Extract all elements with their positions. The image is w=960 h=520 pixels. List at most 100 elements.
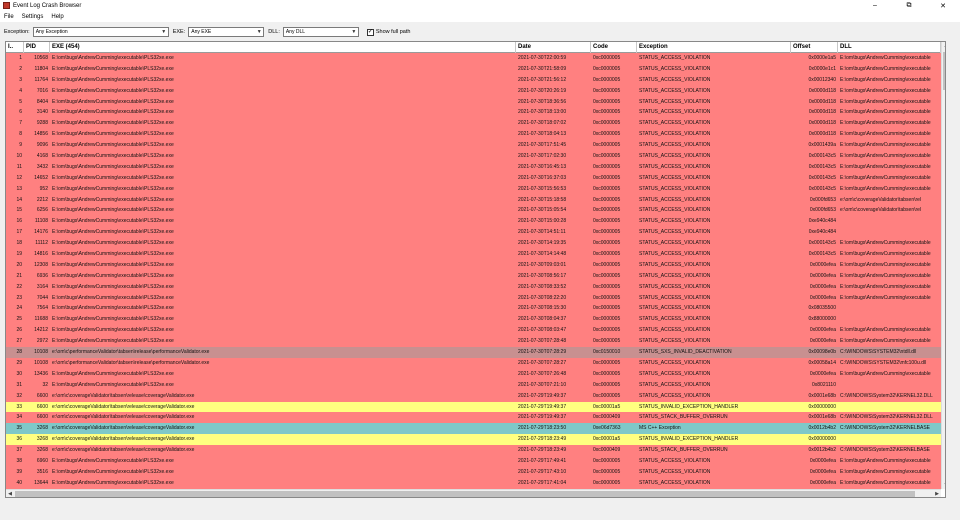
scroll-up-button[interactable]: ▲: [942, 42, 945, 50]
table-row[interactable]: 4 7016 E:\om\bugs\AndrewCumming\executable…: [6, 85, 941, 97]
exe-filter-select[interactable]: Any EXE ▼: [188, 27, 265, 37]
show-full-path-checkbox[interactable]: ✓: [366, 28, 374, 36]
cell-code: 0xc0000005: [593, 207, 621, 214]
table-row[interactable]: 29 10108 e:\om\c\performanceValidator\tabs…: [6, 357, 941, 369]
table-row[interactable]: 36 3268 e:\om\c\coverageValidator\tabsen\r…: [6, 434, 941, 446]
table-row[interactable]: 18 11112 E:\om\bugs\AndrewCumming\executab…: [6, 238, 941, 250]
table-row[interactable]: 37 3268 e:\om\c\coverageValidator\tabsen\r…: [6, 445, 941, 456]
cell-date: 2021-07-30T18:04:13: [518, 131, 567, 138]
column-header-index[interactable]: I..: [6, 42, 24, 53]
cell-date: 2021-07-30T08:56:17: [518, 272, 567, 279]
table-row[interactable]: 12 14652 E:\om\bugs\AndrewCumming\executab…: [6, 172, 941, 184]
cell-dll: E:\om\bugs\AndrewCumming\executable: [840, 272, 931, 279]
cell-pid: 11108: [34, 218, 48, 225]
table-row[interactable]: 15 6256 E:\om\bugs\AndrewCumming\executabl…: [6, 205, 941, 217]
table-row[interactable]: 33 6600 e:\om\c\coverageValidator\tabsen\r…: [6, 401, 941, 413]
cell-pid: 13644: [34, 479, 48, 486]
column-header-exception[interactable]: Exception: [637, 42, 791, 53]
cell-date: 2021-07-29T17:41:04: [518, 479, 567, 486]
cell-exe: E:\om\bugs\AndrewCumming\executable\PLS3…: [52, 381, 174, 388]
table-row[interactable]: 32 6600 e:\om\c\coverageValidator\tabsen\r…: [6, 390, 941, 402]
table-row[interactable]: 38 6960 E:\om\bugs\AndrewCumming\executabl…: [6, 455, 941, 467]
cell-exe: E:\om\bugs\AndrewCumming\executable\PLS3…: [52, 240, 174, 247]
minimize-button[interactable]: –: [858, 0, 892, 11]
column-header-pid[interactable]: PID: [24, 42, 50, 53]
cell-offset: 0x00012340: [808, 76, 836, 83]
cell-code: 0xc0000005: [593, 251, 621, 258]
cell-exe: E:\om\bugs\AndrewCumming\executable\PLS3…: [52, 338, 174, 345]
table-row[interactable]: 9 9096 E:\om\bugs\AndrewCumming\executable…: [6, 140, 941, 152]
cell-exe: E:\om\bugs\AndrewCumming\executable\PLS3…: [52, 65, 174, 72]
cell-dll: E:\om\bugs\AndrewCumming\executable: [840, 240, 931, 247]
table-row[interactable]: 8 14856 E:\om\bugs\AndrewCumming\executabl…: [6, 129, 941, 141]
cell-index: 10: [16, 153, 22, 160]
table-row[interactable]: 30 13436 E:\om\bugs\AndrewCumming\executab…: [6, 368, 941, 380]
dll-filter-select[interactable]: Any DLL ▼: [282, 27, 359, 37]
table-row[interactable]: 25 11688 E:\om\bugs\AndrewCumming\executab…: [6, 314, 941, 326]
cell-exe: E:\om\bugs\AndrewCumming\executable\PLS3…: [52, 185, 174, 192]
cell-exe: E:\om\bugs\AndrewCumming\executable\PLS3…: [52, 207, 174, 214]
cell-dll: E:\om\bugs\AndrewCumming\executable: [840, 153, 931, 160]
cell-pid: 6256: [36, 207, 48, 214]
scroll-right-button[interactable]: ▶: [933, 490, 941, 497]
table-row[interactable]: 27 2972 E:\om\bugs\AndrewCumming\executabl…: [6, 336, 941, 348]
table-row[interactable]: 10 4168 E:\om\bugs\AndrewCumming\executabl…: [6, 151, 941, 162]
table-row[interactable]: 28 10108 e:\om\c\performanceValidator\tabs…: [6, 347, 941, 358]
cell-code: 0xc0000409: [593, 414, 621, 421]
table-row[interactable]: 20 12308 E:\om\bugs\AndrewCumming\executab…: [6, 259, 941, 271]
column-header-offset[interactable]: Offset: [791, 42, 838, 53]
table-row[interactable]: 19 14816 E:\om\bugs\AndrewCumming\executab…: [6, 249, 941, 260]
cell-dll: C:\WINDOWS\System32\KERNEL32.DLL: [840, 392, 933, 399]
table-row[interactable]: 16 11108 E:\om\bugs\AndrewCumming\executab…: [6, 216, 941, 228]
table-row[interactable]: 6 3140 E:\om\bugs\AndrewCumming\executable…: [6, 107, 941, 119]
cell-code: 0xc00001a5: [593, 403, 621, 410]
cell-exe: e:\om\c\coverageValidator\tabsen\release…: [52, 447, 195, 454]
table-row[interactable]: 23 7044 E:\om\bugs\AndrewCumming\executabl…: [6, 292, 941, 304]
cell-code: 0xc0000005: [593, 359, 621, 366]
table-row[interactable]: 31 32 E:\om\bugs\AndrewCumming\executable\…: [6, 379, 941, 391]
close-button[interactable]: ✕: [926, 0, 960, 11]
maximize-button[interactable]: ⧉: [892, 0, 926, 11]
menu-help[interactable]: Help: [51, 14, 63, 20]
exception-filter-select[interactable]: Any Exception ▼: [32, 27, 169, 37]
cell-dll: E:\om\bugs\AndrewCumming\executable: [840, 98, 931, 105]
column-header-exe[interactable]: EXE (454): [50, 42, 516, 53]
table-row[interactable]: 39 3516 E:\om\bugs\AndrewCumming\executabl…: [6, 466, 941, 478]
cell-code: 0xc0000005: [593, 174, 621, 181]
table-row[interactable]: 13 952 E:\om\bugs\AndrewCumming\executable…: [6, 183, 941, 195]
table-row[interactable]: 35 3268 e:\om\c\coverageValidator\tabsen\r…: [6, 423, 941, 435]
table-row[interactable]: 40 13644 E:\om\bugs\AndrewCumming\executab…: [6, 477, 941, 489]
scroll-down-button[interactable]: ▼: [942, 481, 945, 489]
table-row[interactable]: 7 9288 E:\om\bugs\AndrewCumming\executable…: [6, 118, 941, 130]
cell-offset: 0x00000000: [808, 436, 836, 443]
column-header-date[interactable]: Date: [516, 42, 591, 53]
menu-settings[interactable]: Settings: [22, 14, 44, 20]
cell-exe: E:\om\bugs\AndrewCumming\executable\PLS3…: [52, 196, 174, 203]
table-row[interactable]: 17 14176 E:\om\bugs\AndrewCumming\executab…: [6, 227, 941, 239]
cell-offset: 0x88000000: [808, 316, 836, 323]
table-row[interactable]: 21 6936 E:\om\bugs\AndrewCumming\executabl…: [6, 270, 941, 282]
table-row[interactable]: 24 7564 E:\om\bugs\AndrewCumming\executabl…: [6, 303, 941, 315]
menu-file[interactable]: File: [4, 14, 14, 20]
cell-date: 2021-07-30T08:15:30: [518, 305, 567, 312]
table-row[interactable]: 5 8404 E:\om\bugs\AndrewCumming\executable…: [6, 96, 941, 108]
table-row[interactable]: 2 11804 E:\om\bugs\AndrewCumming\executabl…: [6, 63, 941, 75]
table-row[interactable]: 11 3432 E:\om\bugs\AndrewCumming\executabl…: [6, 161, 941, 173]
table-row[interactable]: 14 2212 E:\om\bugs\AndrewCumming\executabl…: [6, 194, 941, 206]
table-row[interactable]: 22 3164 E:\om\bugs\AndrewCumming\executabl…: [6, 281, 941, 293]
table-row[interactable]: 26 14212 E:\om\bugs\AndrewCumming\executab…: [6, 325, 941, 337]
horizontal-scrollbar[interactable]: ◀ ▶: [6, 489, 941, 497]
cell-index: 12: [16, 174, 22, 181]
table-row[interactable]: 34 6600 e:\om\c\coverageValidator\tabsen\r…: [6, 412, 941, 424]
horizontal-scroll-thumb[interactable]: [15, 491, 915, 497]
column-header-dll[interactable]: DLL: [838, 42, 941, 53]
cell-index: 30: [16, 370, 22, 377]
table-row[interactable]: 3 11764 E:\om\bugs\AndrewCumming\executabl…: [6, 74, 941, 86]
vertical-scroll-thumb[interactable]: [943, 52, 945, 90]
vertical-scrollbar[interactable]: ▲ ▼: [941, 42, 945, 489]
column-header-code[interactable]: Code: [591, 42, 637, 53]
scroll-left-button[interactable]: ◀: [6, 490, 14, 497]
table-row[interactable]: 1 10568 E:\om\bugs\AndrewCumming\executabl…: [6, 53, 941, 64]
cell-date: 2021-07-30T08:33:52: [518, 283, 567, 290]
cell-code: 0xc0000005: [593, 468, 621, 475]
